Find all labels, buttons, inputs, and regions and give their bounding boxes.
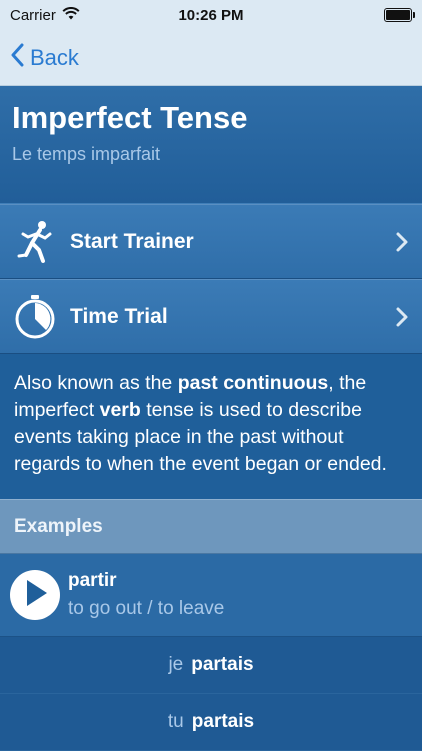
example-meaning: to go out / to leave — [68, 598, 225, 619]
start-trainer-button[interactable]: Start Trainer — [0, 204, 422, 279]
conjugation-form: partais — [191, 711, 255, 732]
chevron-right-icon — [394, 306, 410, 328]
examples-section-header: Examples — [0, 499, 422, 554]
tense-header: Imperfect Tense Le temps imparfait — [0, 86, 422, 204]
description-bold-term: verb — [99, 399, 141, 421]
example-verb: partir — [68, 570, 117, 591]
status-left: Carrier — [10, 7, 80, 24]
status-bar: Carrier 10:26 PM — [0, 0, 422, 30]
back-label: Back — [30, 44, 79, 70]
time-trial-button[interactable]: Time Trial — [0, 279, 422, 354]
conjugation-pronoun: tu — [167, 711, 184, 732]
play-button[interactable] — [10, 570, 60, 620]
navigation-bar: Back — [0, 30, 422, 86]
example-verb-row[interactable]: partir to go out / to leave — [0, 554, 422, 637]
conjugation-pronoun: je — [168, 654, 184, 675]
start-trainer-label: Start Trainer — [70, 229, 194, 253]
runner-icon — [12, 219, 58, 265]
tense-description: Also known as the past continuous, the i… — [0, 354, 422, 499]
description-text: Also known as the — [14, 372, 178, 394]
time-trial-label: Time Trial — [70, 304, 168, 328]
back-button[interactable]: Back — [10, 43, 79, 73]
conjugation-row: je partais — [0, 637, 422, 694]
play-icon — [21, 578, 49, 613]
description-bold-term: past continuous — [177, 372, 329, 394]
battery-icon — [384, 8, 415, 22]
chevron-right-icon — [394, 231, 410, 253]
chevron-left-icon — [10, 43, 24, 73]
conjugation-row: tu partais — [0, 694, 422, 751]
wifi-icon — [62, 6, 80, 24]
conjugation-form: partais — [191, 654, 254, 675]
stopwatch-icon — [12, 294, 58, 340]
page-subtitle: Le temps imparfait — [12, 144, 161, 164]
page-title: Imperfect Tense — [12, 100, 248, 135]
carrier-label: Carrier — [10, 6, 56, 24]
example-text: partir to go out / to leave — [68, 570, 224, 620]
